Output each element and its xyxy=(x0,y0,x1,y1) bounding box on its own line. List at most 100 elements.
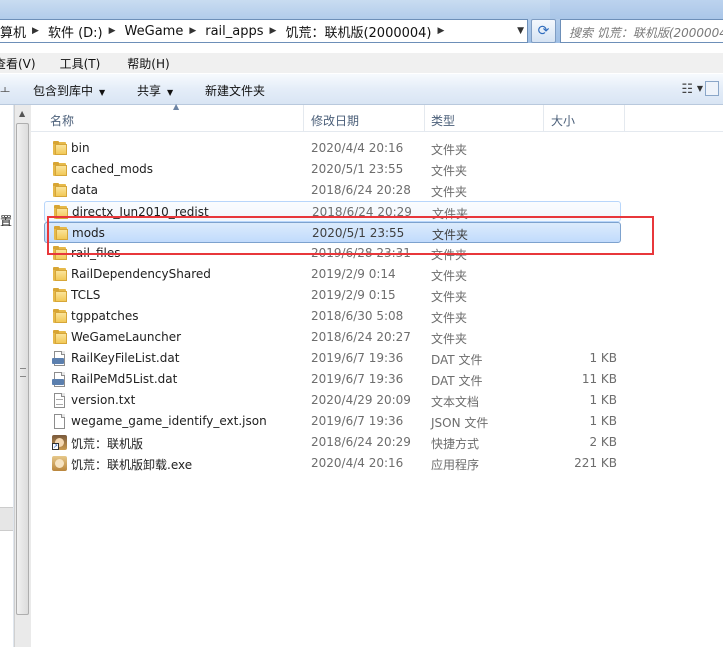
file-date: 2020/4/29 20:09 xyxy=(311,393,411,407)
column-header-name[interactable]: 名称 xyxy=(50,112,74,129)
file-date: 2018/6/30 5:08 xyxy=(311,309,404,323)
folder-icon xyxy=(52,288,68,303)
file-name: cached_mods xyxy=(71,162,154,176)
text-file-icon xyxy=(52,393,68,408)
address-bar-area: 算机 ▶ 软件 (D:) ▶ WeGame ▶ rail_apps ▶ 饥荒：联… xyxy=(0,0,723,43)
chevron-down-icon: ▼ xyxy=(167,88,174,97)
file-row[interactable]: tgppatches 2018/6/30 5:08 文件夹 xyxy=(44,306,621,327)
file-size: 1 KB xyxy=(589,414,617,428)
file-row[interactable]: ↗ 饥荒：联机版 2018/6/24 20:29 快捷方式 2 KB xyxy=(44,432,621,453)
refresh-button[interactable]: ⟳ xyxy=(531,19,556,43)
column-header-type[interactable]: 类型 xyxy=(431,112,455,129)
include-in-library-button[interactable]: 包含到库中 ▼ xyxy=(33,82,105,99)
file-row[interactable]: RailDependencyShared 2019/2/9 0:14 文件夹 xyxy=(44,264,621,285)
menu-bar: 查看(V) 工具(T) 帮助(H) xyxy=(0,53,723,73)
organize-fragment-icon[interactable]: ㅗ xyxy=(0,82,10,98)
column-header-size[interactable]: 大小 xyxy=(551,112,575,129)
search-placeholder: 搜索 饥荒：联机版(2000004) xyxy=(569,26,723,40)
breadcrumb-game-folder[interactable]: 饥荒：联机版(2000004) xyxy=(279,22,435,41)
file-type: 文本文档 xyxy=(431,395,480,409)
file-name: RailKeyFileList.dat xyxy=(71,351,180,365)
file-name: wegame_game_identify_ext.json xyxy=(71,414,267,428)
chevron-down-icon[interactable]: ▼ xyxy=(697,84,703,93)
file-type: 文件夹 xyxy=(431,332,468,346)
grip-icon xyxy=(20,368,26,377)
exe-icon xyxy=(52,456,68,471)
file-row[interactable]: WeGameLauncher 2018/6/24 20:27 文件夹 xyxy=(44,327,621,348)
breadcrumb-chevron-icon[interactable]: ▶ xyxy=(30,26,42,36)
file-type: 文件夹 xyxy=(431,143,468,157)
file-date: 2018/6/24 20:29 xyxy=(311,435,411,449)
address-history-dropdown-icon[interactable]: ▼ xyxy=(517,26,524,36)
folder-icon xyxy=(52,141,68,156)
shortcut-icon: ↗ xyxy=(52,435,68,450)
share-button[interactable]: 共享 ▼ xyxy=(137,82,173,99)
breadcrumb-computer[interactable]: 算机 xyxy=(0,22,30,41)
menu-view[interactable]: 查看(V) xyxy=(0,55,60,72)
column-divider[interactable] xyxy=(624,105,625,131)
file-name: RailDependencyShared xyxy=(71,267,211,281)
new-folder-button[interactable]: 新建文件夹 xyxy=(205,82,265,99)
file-type: 文件夹 xyxy=(431,164,468,178)
breadcrumb-chevron-icon[interactable]: ▶ xyxy=(107,26,119,36)
navigation-scrollbar[interactable]: ▲ xyxy=(14,105,31,647)
file-date: 2018/6/24 20:27 xyxy=(311,330,411,344)
file-row[interactable]: version.txt 2020/4/29 20:09 文本文档 1 KB xyxy=(44,390,621,411)
column-divider[interactable] xyxy=(424,105,425,131)
title-bar-fragment xyxy=(550,0,723,19)
file-row[interactable]: 饥荒：联机版卸载.exe 2020/4/4 20:16 应用程序 221 KB xyxy=(44,453,621,474)
dat-file-icon xyxy=(52,351,68,366)
search-input[interactable]: 搜索 饥荒：联机版(2000004) xyxy=(560,19,723,43)
file-date: 2018/6/24 20:28 xyxy=(311,183,411,197)
menu-help[interactable]: 帮助(H) xyxy=(127,55,177,72)
file-row[interactable]: bin 2020/4/4 20:16 文件夹 xyxy=(44,138,621,159)
file-date: 2019/2/9 0:15 xyxy=(311,288,396,302)
scroll-up-icon[interactable]: ▲ xyxy=(19,109,25,118)
file-name: 饥荒：联机版 xyxy=(71,437,144,451)
file-row[interactable]: cached_mods 2020/5/1 23:55 文件夹 xyxy=(44,159,621,180)
preview-pane-icon[interactable] xyxy=(705,81,719,96)
file-list: ▲ 名称 修改日期 类型 大小 bin 2020/4/4 20:16 文件夹 cach… xyxy=(31,102,723,647)
breadcrumb-drive[interactable]: 软件 (D:) xyxy=(42,22,107,41)
sort-ascending-icon: ▲ xyxy=(173,102,180,111)
file-name: data xyxy=(71,183,99,197)
folder-icon xyxy=(52,330,68,345)
file-name: 饥荒：联机版卸载.exe xyxy=(71,458,193,472)
scrollbar-thumb[interactable] xyxy=(16,123,29,615)
json-file-icon xyxy=(52,414,68,429)
breadcrumb-rail-apps[interactable]: rail_apps xyxy=(199,24,267,39)
file-type: 快捷方式 xyxy=(431,437,480,451)
file-name: TCLS xyxy=(71,288,101,302)
file-date: 2019/6/7 19:36 xyxy=(311,414,404,428)
file-name: WeGameLauncher xyxy=(71,330,182,344)
file-name: tgppatches xyxy=(71,309,139,323)
breadcrumb-chevron-icon[interactable]: ▶ xyxy=(436,26,448,36)
file-row[interactable]: wegame_game_identify_ext.json 2019/6/7 19… xyxy=(44,411,621,432)
breadcrumb-wegame[interactable]: WeGame xyxy=(119,24,188,39)
file-size: 221 KB xyxy=(574,456,617,470)
file-row[interactable]: TCLS 2019/2/9 0:15 文件夹 xyxy=(44,285,621,306)
share-label: 共享 xyxy=(137,84,162,98)
breadcrumb-chevron-icon[interactable]: ▶ xyxy=(187,26,199,36)
file-row[interactable]: data 2018/6/24 20:28 文件夹 xyxy=(44,180,621,201)
column-divider[interactable] xyxy=(303,105,304,131)
highlight-annotation-box xyxy=(47,216,654,255)
file-type: 文件夹 xyxy=(431,311,468,325)
command-bar: ㅗ 包含到库中 ▼ 共享 ▼ 新建文件夹 ☷ ▼ xyxy=(0,74,723,105)
breadcrumb-chevron-icon[interactable]: ▶ xyxy=(268,26,280,36)
file-name: bin xyxy=(71,141,90,155)
dat-file-icon xyxy=(52,372,68,387)
navigation-pane[interactable] xyxy=(0,105,14,647)
file-row[interactable]: RailPeMd5List.dat 2019/6/7 19:36 DAT 文件 11 … xyxy=(44,369,621,390)
column-header-row: ▲ 名称 修改日期 类型 大小 xyxy=(31,102,723,132)
column-divider[interactable] xyxy=(543,105,544,131)
view-options-icon[interactable]: ☷ xyxy=(681,82,693,97)
file-date: 2020/4/4 20:16 xyxy=(311,141,404,155)
file-size: 2 KB xyxy=(589,435,617,449)
column-header-date[interactable]: 修改日期 xyxy=(311,112,359,129)
include-in-library-label: 包含到库中 xyxy=(33,84,94,98)
file-row[interactable]: RailKeyFileList.dat 2019/6/7 19:36 DAT 文件 1… xyxy=(44,348,621,369)
menu-tools[interactable]: 工具(T) xyxy=(60,55,128,72)
file-date: 2019/6/7 19:36 xyxy=(311,351,404,365)
address-bar[interactable]: 算机 ▶ 软件 (D:) ▶ WeGame ▶ rail_apps ▶ 饥荒：联… xyxy=(0,19,528,43)
